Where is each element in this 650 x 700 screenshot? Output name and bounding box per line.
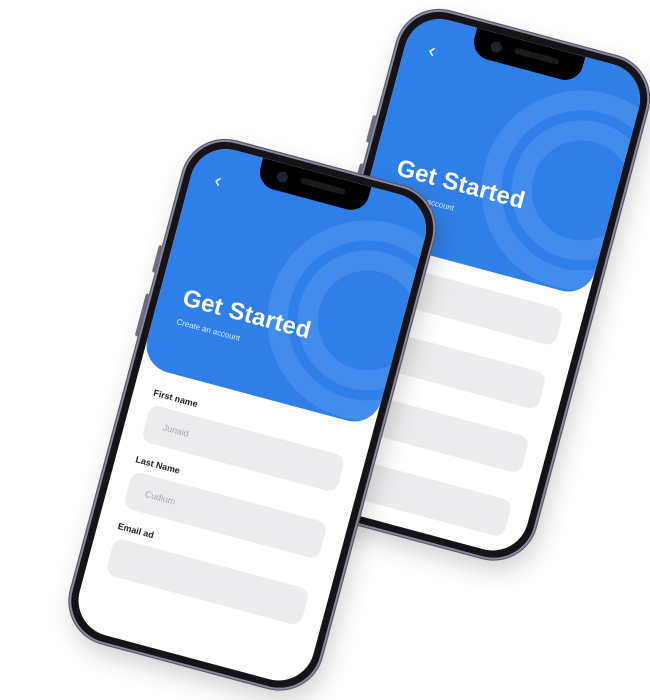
side-button — [151, 244, 163, 273]
back-icon[interactable]: ‹ — [212, 169, 236, 194]
speaker — [299, 177, 346, 196]
speaker — [513, 47, 560, 66]
camera-icon — [275, 170, 290, 184]
camera-icon — [489, 40, 504, 54]
side-button — [365, 114, 377, 143]
screen: ‹ Get Started Create an account First na… — [70, 141, 435, 689]
signup-form: First name Last Name Email ad — [101, 388, 350, 640]
back-icon[interactable]: ‹ — [426, 39, 450, 64]
side-button — [134, 293, 151, 337]
